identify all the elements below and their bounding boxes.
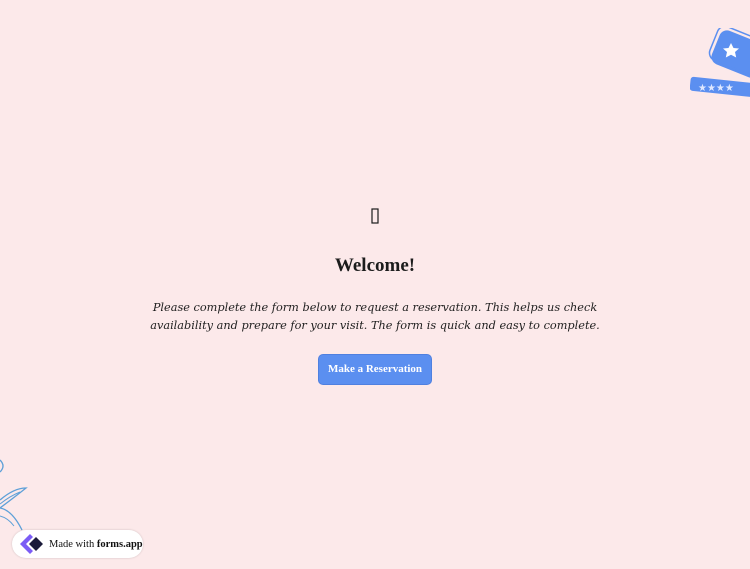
badge-prefix: Made with <box>49 538 95 550</box>
star-badge-icon: ★★★★ <box>690 28 750 98</box>
missing-glyph-icon <box>371 208 379 224</box>
leaf-icon <box>0 459 28 531</box>
made-with-badge[interactable]: Made with forms.app <box>12 530 143 558</box>
forms-app-logo-icon <box>20 534 43 554</box>
badge-brand: forms.app <box>96 538 143 550</box>
page-title: Welcome! <box>334 255 416 276</box>
welcome-screen: Welcome! Please complete the form below … <box>0 200 750 385</box>
svg-text:★★★★: ★★★★ <box>698 83 734 94</box>
make-reservation-button[interactable]: Make a Reservation <box>317 354 433 385</box>
welcome-description: Please complete the form below to reques… <box>150 301 600 332</box>
badge-label: Made with forms.app <box>49 539 143 550</box>
